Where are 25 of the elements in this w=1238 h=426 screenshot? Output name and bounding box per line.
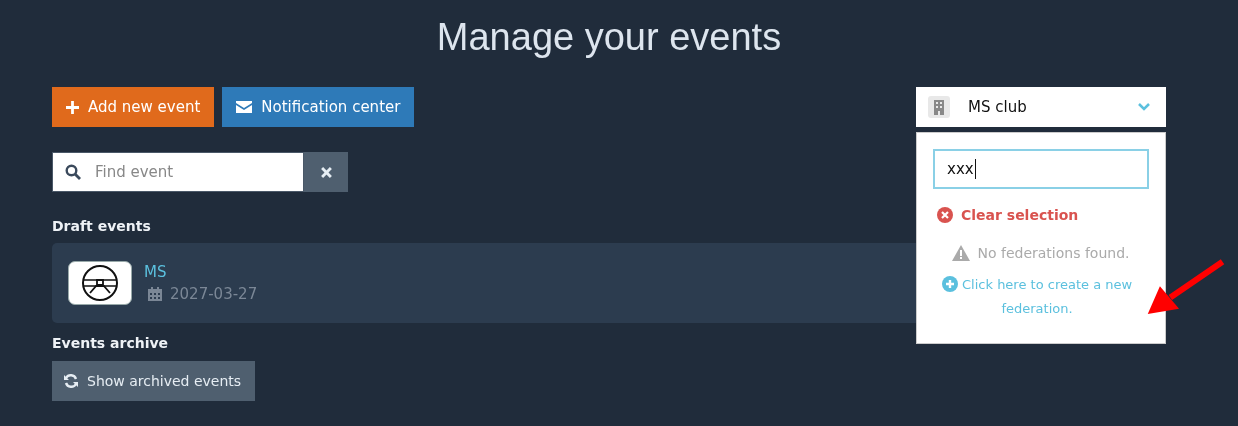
building-icon [928, 96, 950, 118]
action-button[interactable]: Notification center [222, 87, 415, 127]
plus-icon [66, 100, 79, 114]
clear-search-button[interactable] [304, 152, 348, 192]
belt-icon [80, 263, 120, 303]
refresh-icon [63, 373, 79, 389]
warning-icon [952, 245, 971, 261]
search-field[interactable]: Find event [52, 152, 304, 192]
plus-icon [941, 276, 958, 292]
dropdown-search-field[interactable]: xxx [933, 149, 1149, 189]
clear-selection-link[interactable]: Clear selection [937, 207, 1149, 223]
search-icon [65, 164, 81, 180]
empty-message: No federations found. [977, 245, 1130, 261]
close-icon [320, 166, 332, 178]
calendar-icon [148, 287, 162, 301]
page-title: Manage your events [435, 15, 783, 60]
envelope-icon [236, 101, 253, 113]
event-date: 2027-03-27 [170, 285, 258, 303]
event-name[interactable]: MS [144, 263, 258, 281]
close-icon [937, 207, 953, 223]
chevron-down-icon [1138, 103, 1150, 111]
action-button[interactable]: Add new event [52, 87, 215, 127]
show-archived-button[interactable]: Show archived events [52, 361, 256, 401]
section-heading: Draft events [52, 218, 152, 234]
section-heading: Events archive [52, 335, 170, 351]
